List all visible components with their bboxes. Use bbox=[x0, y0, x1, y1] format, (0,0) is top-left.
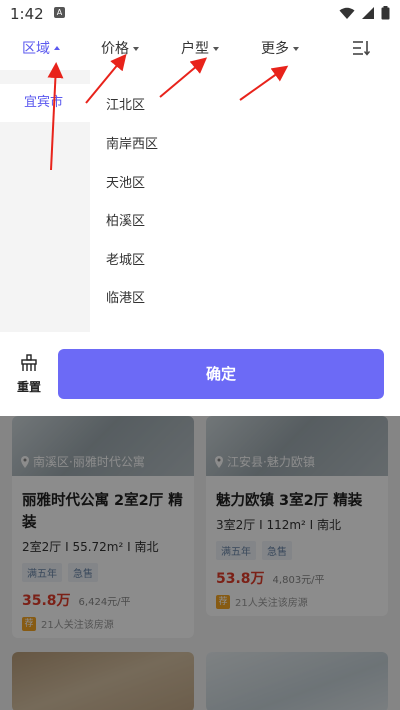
district-item[interactable]: 南岸西区 bbox=[106, 133, 158, 152]
region-dropdown: 宜宾市 江北区 南岸西区 天池区 柏溪区 老城区 临港区 bbox=[0, 70, 400, 332]
signal-icon bbox=[362, 6, 374, 19]
dim-overlay[interactable] bbox=[0, 416, 400, 710]
reset-label: 重置 bbox=[16, 380, 41, 394]
district-item[interactable]: 老城区 bbox=[106, 249, 145, 268]
filter-tab-label: 价格 bbox=[101, 41, 129, 57]
district-item[interactable]: 柏溪区 bbox=[106, 210, 145, 229]
confirm-button[interactable]: 确定 bbox=[58, 349, 384, 399]
notification-app-icon: A bbox=[54, 7, 65, 18]
battery-icon bbox=[381, 6, 390, 20]
caret-up-icon bbox=[54, 46, 60, 50]
city-item-yibin[interactable]: 宜宾市 bbox=[0, 84, 90, 122]
district-item[interactable]: 临港区 bbox=[106, 287, 145, 306]
district-item[interactable]: 江北区 bbox=[106, 94, 145, 113]
filter-tab-more[interactable]: 更多 bbox=[261, 38, 299, 58]
district-item[interactable]: 天池区 bbox=[106, 172, 145, 191]
caret-down-icon bbox=[133, 47, 139, 51]
filter-tab-price[interactable]: 价格 bbox=[101, 38, 139, 58]
filter-tab-label: 区域 bbox=[22, 41, 50, 57]
caret-down-icon bbox=[293, 47, 299, 51]
district-list: 江北区 南岸西区 天池区 柏溪区 老城区 临港区 bbox=[90, 70, 400, 332]
filter-tab-label: 更多 bbox=[261, 41, 289, 57]
filter-bar: 区域 价格 户型 更多 bbox=[0, 28, 400, 70]
status-indicators bbox=[339, 6, 390, 20]
filter-tab-label: 户型 bbox=[181, 41, 209, 57]
filter-tab-region[interactable]: 区域 bbox=[22, 38, 60, 58]
action-bar: 重置 确定 bbox=[0, 332, 400, 416]
caret-down-icon bbox=[213, 47, 219, 51]
filter-tab-layout[interactable]: 户型 bbox=[181, 38, 219, 58]
status-time: 1:42 bbox=[10, 5, 44, 23]
sort-icon[interactable] bbox=[352, 40, 370, 56]
status-bar: 1:42 A bbox=[0, 0, 400, 28]
wifi-icon bbox=[339, 7, 355, 19]
reset-button[interactable]: 重置 bbox=[10, 352, 48, 396]
broom-icon bbox=[21, 354, 37, 371]
